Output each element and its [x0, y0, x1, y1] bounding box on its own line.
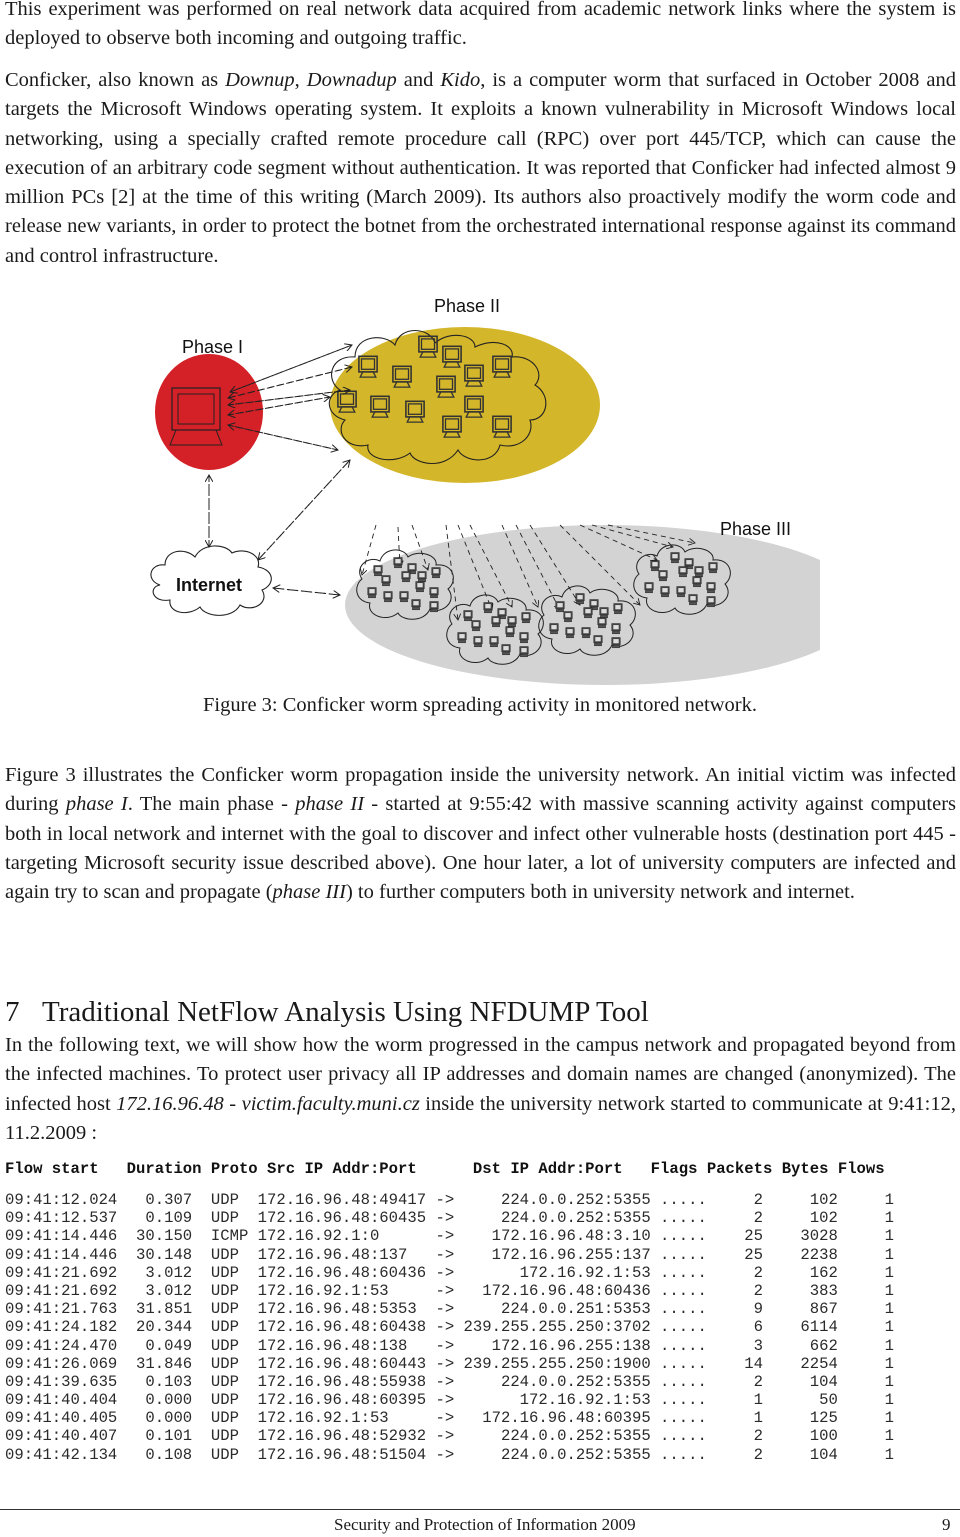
flow-row: 09:41:39.635 0.103 UDP 172.16.96.48:5593…	[5, 1372, 894, 1391]
footer-rule	[0, 1509, 960, 1510]
phase2-ref: phase II	[295, 793, 365, 816]
phase1-label: Phase I	[182, 337, 243, 357]
flow-row: 09:41:12.537 0.109 UDP 172.16.96.48:6043…	[5, 1209, 894, 1228]
flow-row: 09:41:21.692 3.012 UDP 172.16.96.48:6043…	[5, 1263, 894, 1282]
phase2-label: Phase II	[434, 296, 500, 316]
flow-row: 09:41:26.069 31.846 UDP 172.16.96.48:604…	[5, 1354, 894, 1373]
flow-row: 09:41:14.446 30.148 UDP 172.16.96.48:137…	[5, 1245, 894, 1264]
discussion-paragraph: Figure 3 illustrates the Conficker worm …	[5, 761, 956, 907]
text: and	[396, 69, 441, 91]
flow-row: 09:41:24.182 20.344 UDP 172.16.96.48:604…	[5, 1318, 894, 1337]
text: . The main phase -	[127, 793, 296, 816]
text: Conficker, also known as	[5, 69, 226, 91]
flow-row: 09:41:12.024 0.307 UDP 172.16.96.48:4941…	[5, 1191, 894, 1209]
flow-table: 09:41:12.024 0.307 UDP 172.16.96.48:4941…	[5, 1191, 894, 1464]
alias-kido: Kido	[440, 69, 481, 91]
intro-paragraph-1: This experiment was performed on real ne…	[5, 0, 956, 50]
phase1-ref: phase I	[65, 793, 128, 816]
flow-row: 09:41:40.405 0.000 UDP 172.16.92.1:53 ->…	[5, 1409, 894, 1428]
section-paragraph: In the following text, we will show how …	[5, 1031, 956, 1148]
flow-table-header: Flow start Duration Proto Src IP Addr:Po…	[5, 1160, 885, 1178]
text: ) to further computers both in universit…	[345, 881, 855, 904]
flow-row: 09:41:40.404 0.000 UDP 172.16.96.48:6039…	[5, 1391, 894, 1410]
flow-row: 09:41:21.692 3.012 UDP 172.16.92.1:53 ->…	[5, 1281, 894, 1300]
text: ,	[294, 69, 307, 91]
phase3-label: Phase III	[720, 519, 791, 539]
flow-row: 09:41:21.763 31.851 UDP 172.16.96.48:535…	[5, 1300, 894, 1319]
flow-row: 09:41:24.470 0.049 UDP 172.16.96.48:138 …	[5, 1336, 894, 1355]
footer-title: Security and Protection of Information 2…	[334, 1515, 636, 1534]
phase3-ref: phase III	[272, 881, 346, 904]
section-title: Traditional NetFlow Analysis Using NFDUM…	[42, 996, 649, 1029]
infected-host: 172.16.96.48 - victim.faculty.muni.cz	[116, 1092, 420, 1115]
figure-caption: Figure 3: Conficker worm spreading activ…	[203, 694, 757, 716]
alias-downadup: Downadup	[306, 69, 397, 91]
page-number: 9	[942, 1515, 951, 1534]
figure-conficker-spread: Phase I Phase II Phase III Internet	[140, 285, 865, 685]
flow-row: 09:41:14.446 30.150 ICMP 172.16.92.1:0 -…	[5, 1227, 894, 1246]
section-heading: 7 Traditional NetFlow Analysis Using NFDU…	[5, 996, 649, 1029]
text: , is a computer worm that surfaced in Oc…	[5, 69, 957, 267]
section-number: 7	[5, 996, 20, 1029]
intro-paragraph-conficker: Conficker, also known as Downup, Downadu…	[5, 66, 956, 271]
internet-label: Internet	[176, 575, 242, 595]
flow-row: 09:41:42.134 0.108 UDP 172.16.96.48:5150…	[5, 1445, 894, 1464]
alias-downup: Downup	[225, 69, 295, 91]
flow-row: 09:41:40.407 0.101 UDP 172.16.96.48:5293…	[5, 1427, 894, 1446]
